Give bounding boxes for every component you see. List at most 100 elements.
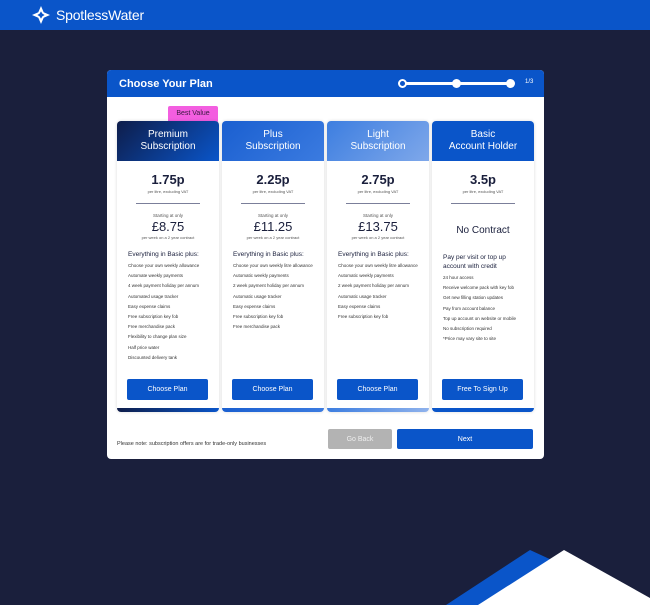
feature-item: 4 week payment holiday per annum bbox=[128, 283, 200, 289]
progress-stepper bbox=[398, 78, 518, 89]
trade-only-note: Please note: subscription offers are for… bbox=[117, 441, 267, 447]
feature-item: Free subscription key fob bbox=[338, 313, 389, 319]
feature-item: Discounted delivery tank bbox=[128, 354, 178, 360]
price-note: per litre, excluding VAT bbox=[252, 189, 294, 194]
no-contract-label: No Contract bbox=[456, 225, 510, 236]
panel-header: Choose Your Plan 1/3 bbox=[107, 70, 544, 97]
plan-card-basic: Basic Account Holder 3.5p per litre, excl… bbox=[432, 121, 534, 412]
step-dot-3 bbox=[506, 79, 515, 88]
feature-item: Easy expense claims bbox=[233, 303, 276, 309]
plan-card-premium: Premium Subscription 1.75p per litre, exc… bbox=[117, 121, 219, 412]
price-per-litre: 2.25p bbox=[256, 172, 290, 187]
weekly-price: £11.25 bbox=[253, 219, 293, 234]
plan-name-line2: Subscription bbox=[140, 141, 196, 152]
plan-name-line2: Subscription bbox=[350, 141, 406, 152]
weekly-price: £13.75 bbox=[358, 219, 398, 234]
choose-plan-button-premium[interactable]: Choose Plan bbox=[127, 379, 208, 400]
feature-list: Choose your own weekly litre allowance A… bbox=[222, 263, 324, 330]
choose-plan-button-plus[interactable]: Choose Plan bbox=[232, 379, 313, 400]
feature-item: Easy expense claims bbox=[128, 303, 171, 309]
best-value-badge: Best Value bbox=[168, 106, 218, 122]
plan-name-line1: Basic bbox=[470, 129, 496, 140]
card-header: Premium Subscription bbox=[117, 121, 219, 161]
step-dot-2 bbox=[452, 79, 461, 88]
feature-list: Choose your own weekly litre allowance A… bbox=[327, 263, 429, 320]
feature-item: Automatic weekly payments bbox=[338, 273, 394, 279]
price-note: per litre, excluding VAT bbox=[462, 189, 504, 194]
feature-item: Receive welcome pack with key fob bbox=[443, 285, 515, 291]
next-button[interactable]: Next bbox=[397, 429, 533, 449]
plan-card-plus: Plus Subscription 2.25p per litre, exclud… bbox=[222, 121, 324, 412]
card-footer-bar bbox=[432, 408, 534, 412]
plan-name-line2: Account Holder bbox=[448, 141, 518, 152]
feature-item: *Price may vary site to site bbox=[443, 336, 497, 342]
card-header: Basic Account Holder bbox=[432, 121, 534, 161]
feature-list: 24 hour access Receive welcome pack with… bbox=[432, 275, 534, 342]
divider bbox=[346, 203, 410, 204]
feature-item: Top up account on website or mobile bbox=[443, 315, 517, 321]
price-per-litre: 1.75p bbox=[151, 172, 185, 187]
feature-item: Automatic usage tracker bbox=[233, 293, 282, 299]
weekly-note: per week on a 2 year contract bbox=[246, 235, 300, 240]
white-triangle bbox=[478, 550, 650, 605]
go-back-button[interactable]: Go Back bbox=[328, 429, 392, 449]
features-title: Everything in Basic plus: bbox=[338, 251, 409, 258]
card-header: Light Subscription bbox=[327, 121, 429, 161]
price-per-litre: 3.5p bbox=[469, 172, 496, 187]
feature-item: Choose your own weekly litre allowance bbox=[338, 263, 418, 268]
price-per-litre: 2.75p bbox=[361, 172, 395, 187]
feature-item: Half price water bbox=[128, 344, 160, 350]
plan-name-line2: Subscription bbox=[245, 141, 301, 152]
price-note: per litre, excluding VAT bbox=[147, 189, 189, 194]
card-footer-bar bbox=[222, 408, 324, 412]
plan-card-light: Light Subscription 2.75p per litre, exclu… bbox=[327, 121, 429, 412]
feature-item: No subscription required bbox=[443, 325, 492, 331]
features-title: Everything in Basic plus: bbox=[233, 251, 304, 258]
start-label: Starting at only bbox=[362, 213, 394, 218]
feature-item: 24 hour access bbox=[443, 275, 474, 280]
step-dot-1 bbox=[398, 79, 407, 88]
feature-item: Automate weekly payments bbox=[128, 273, 184, 279]
brand-name[interactable]: SpotlessWater bbox=[56, 7, 144, 23]
feature-item: Flexibility to change plan size bbox=[128, 334, 187, 340]
start-label: Starting at only bbox=[257, 213, 289, 218]
plan-name-line1: Premium bbox=[147, 129, 188, 140]
choose-plan-button-light[interactable]: Choose Plan bbox=[337, 379, 418, 400]
free-sign-up-button[interactable]: Free To Sign Up bbox=[442, 379, 523, 400]
start-label: Starting at only bbox=[152, 213, 184, 218]
feature-item: Choose your own weekly allowance bbox=[128, 263, 200, 268]
step-count: 1/3 bbox=[525, 79, 534, 85]
card-header: Plus Subscription bbox=[222, 121, 324, 161]
panel-title: Choose Your Plan bbox=[119, 77, 213, 90]
weekly-note: per week on a 2 year contract bbox=[141, 235, 195, 240]
feature-item: Automated usage tracker bbox=[128, 293, 179, 299]
feature-item: Choose your own weekly litre allowance bbox=[233, 263, 313, 268]
feature-item: Free merchandise pack bbox=[233, 324, 281, 330]
feature-item: Free merchandise pack bbox=[128, 324, 176, 330]
features-title: Pay per visit or top up account with cre… bbox=[443, 254, 506, 270]
feature-item: Automatic weekly payments bbox=[233, 273, 289, 279]
feature-item: 2 week payment holiday per annum bbox=[338, 283, 410, 289]
card-footer-bar bbox=[327, 408, 429, 412]
feature-item: 2 week payment holiday per annum bbox=[233, 283, 305, 289]
blue-triangle bbox=[446, 550, 650, 605]
divider bbox=[451, 203, 515, 204]
feature-list: Choose your own weekly allowance Automat… bbox=[117, 263, 219, 361]
features-title: Everything in Basic plus: bbox=[128, 251, 199, 258]
weekly-price: £8.75 bbox=[151, 219, 185, 234]
plan-name-line1: Plus bbox=[263, 129, 283, 140]
feature-item: Free subscription key fob bbox=[128, 313, 179, 319]
card-footer-bar bbox=[117, 408, 219, 412]
feature-item: Get new filling station updates bbox=[443, 295, 504, 301]
price-note: per litre, excluding VAT bbox=[357, 189, 399, 194]
four-point-star-icon bbox=[32, 6, 50, 24]
weekly-note: per week on a 2 year contract bbox=[351, 235, 405, 240]
top-bar: SpotlessWater bbox=[0, 0, 650, 30]
plan-name-line1: Light bbox=[367, 129, 389, 140]
feature-item: Pay from account balance bbox=[443, 305, 496, 311]
divider bbox=[136, 203, 200, 204]
feature-item: Free subscription key fob bbox=[233, 313, 284, 319]
divider bbox=[241, 203, 305, 204]
feature-item: Automatic usage tracker bbox=[338, 293, 387, 299]
feature-item: Easy expense claims bbox=[338, 303, 381, 309]
